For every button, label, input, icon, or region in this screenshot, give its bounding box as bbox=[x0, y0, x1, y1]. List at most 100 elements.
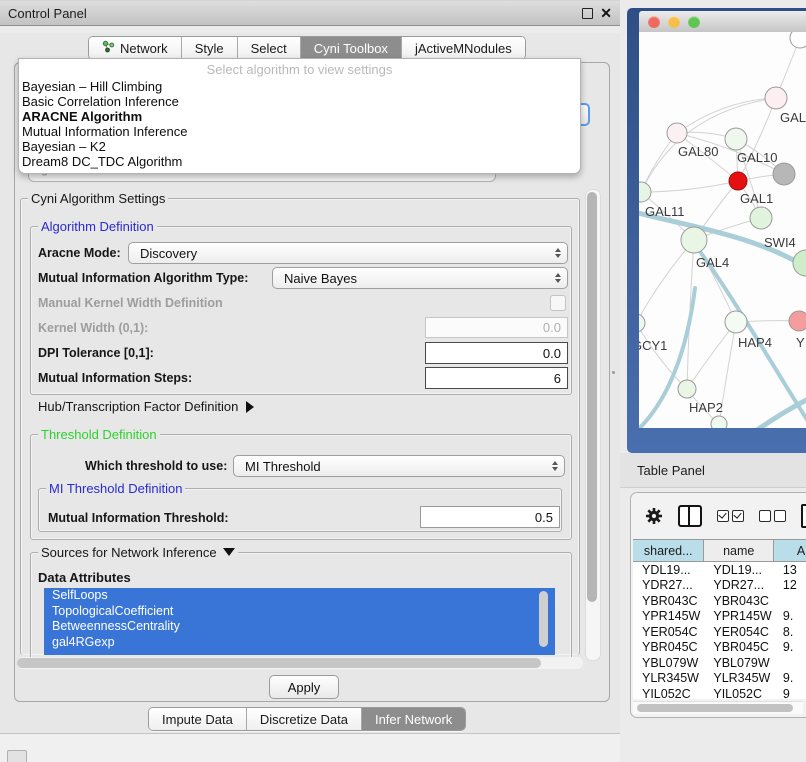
mi-threshold-field[interactable]: 0.5 bbox=[420, 506, 560, 528]
deselect-all-icon[interactable] bbox=[759, 510, 786, 522]
table-row[interactable]: YDL19...YDL19...13 bbox=[633, 562, 806, 578]
settings-vertical-scrollbar[interactable] bbox=[585, 189, 601, 661]
network-node[interactable] bbox=[765, 87, 787, 109]
table-cell: 12 bbox=[774, 578, 806, 592]
network-node[interactable] bbox=[725, 311, 747, 333]
network-node[interactable] bbox=[729, 172, 747, 190]
tab-label: Cyni Toolbox bbox=[314, 41, 388, 56]
dpi-tolerance-label: DPI Tolerance [0,1]: bbox=[38, 346, 154, 360]
tab-label: Network bbox=[120, 41, 168, 56]
network-edge-highlighted bbox=[757, 396, 806, 428]
table-row[interactable]: YPR145WYPR145W9. bbox=[633, 609, 806, 625]
mi-steps-field[interactable]: 6 bbox=[425, 367, 568, 389]
table-cell: YBR043C bbox=[633, 594, 704, 608]
attributes-list-scrollbar[interactable] bbox=[537, 590, 550, 652]
select-all-icon[interactable] bbox=[717, 510, 744, 522]
algorithm-option[interactable]: Dream8 DC_TDC Algorithm bbox=[19, 154, 580, 169]
column-header-shared[interactable]: shared... bbox=[633, 540, 704, 562]
table-row[interactable]: YDR27...YDR27...12 bbox=[633, 578, 806, 594]
column-header-name[interactable]: name bbox=[704, 540, 774, 562]
kernel-width-field[interactable]: 0.0 bbox=[425, 317, 568, 338]
network-canvas[interactable]: GALGAL80GAL10GAL1GAL11SWI4GAL4HAP4YGCY1H… bbox=[639, 32, 806, 428]
document-icon[interactable] bbox=[801, 504, 806, 528]
data-attributes-list[interactable]: SelfLoopsTopologicalCoefficientBetweenne… bbox=[44, 588, 555, 655]
algorithm-option[interactable]: ARACNE Algorithm bbox=[19, 109, 580, 124]
table-cell: YBL079W bbox=[704, 656, 774, 670]
tab-impute-data[interactable]: Impute Data bbox=[149, 708, 247, 730]
table-row[interactable]: YIL052CYIL052C9 bbox=[633, 686, 806, 702]
network-node[interactable] bbox=[678, 380, 696, 398]
bottom-tabbar: Impute DataDiscretize DataInfer Network bbox=[148, 707, 466, 731]
algorithm-option[interactable]: Mutual Information Inference bbox=[19, 124, 580, 139]
algorithm-option[interactable]: Bayesian – K2 bbox=[19, 139, 580, 154]
tab-discretize-data[interactable]: Discretize Data bbox=[247, 708, 362, 730]
table-row[interactable]: YBR045CYBR045C9. bbox=[633, 640, 806, 656]
column-header-a[interactable]: A bbox=[774, 540, 806, 562]
screen: Control Panel ✕ Network Style Select Cyni T… bbox=[0, 0, 806, 762]
table-header-row: shared...nameA bbox=[633, 539, 806, 562]
mac-zoom-icon[interactable] bbox=[688, 16, 700, 28]
float-icon[interactable] bbox=[582, 8, 593, 19]
network-node[interactable] bbox=[725, 128, 747, 150]
algorithm-dropdown-list: Bayesian – Hill ClimbingBasic Correlatio… bbox=[19, 79, 580, 169]
network-window-titlebar[interactable] bbox=[639, 11, 806, 33]
network-node[interactable] bbox=[790, 32, 806, 48]
tab-label: Style bbox=[195, 41, 224, 56]
mac-minimize-icon[interactable] bbox=[668, 16, 680, 28]
algorithm-option[interactable]: Basic Correlation Inference bbox=[19, 94, 580, 109]
network-node[interactable] bbox=[789, 311, 806, 331]
split-view-icon[interactable] bbox=[678, 505, 702, 527]
tab-select[interactable]: Select bbox=[238, 37, 301, 59]
attribute-item[interactable]: TopologicalCoefficient bbox=[44, 604, 555, 620]
network-node[interactable] bbox=[793, 250, 806, 276]
aracne-mode-label: Aracne Mode: bbox=[38, 246, 121, 260]
attribute-item[interactable]: BetweennessCentrality bbox=[44, 619, 555, 635]
node-table: shared...nameA YDL19...YDL19...13YDR27..… bbox=[633, 539, 806, 699]
aracne-mode-combo[interactable]: Discovery bbox=[128, 242, 568, 264]
table-cell: YBR043C bbox=[704, 594, 774, 608]
mi-type-value: Naive Bayes bbox=[273, 271, 551, 286]
corner-grip[interactable] bbox=[7, 750, 27, 762]
tab-style[interactable]: Style bbox=[182, 37, 238, 59]
mi-type-combo[interactable]: Naive Bayes bbox=[272, 267, 568, 289]
table-cell: YPR145W bbox=[704, 609, 774, 623]
unchecked-box-icon bbox=[759, 510, 771, 522]
network-node[interactable] bbox=[750, 207, 772, 229]
table-row[interactable]: YER054CYER054C8. bbox=[633, 624, 806, 640]
tab-cyni-toolbox[interactable]: Cyni Toolbox bbox=[301, 37, 402, 59]
tab-network[interactable]: Network bbox=[89, 37, 182, 59]
settings-horizontal-scrollbar[interactable] bbox=[17, 657, 583, 669]
network-node[interactable] bbox=[639, 314, 645, 332]
network-node[interactable] bbox=[681, 227, 707, 253]
network-node[interactable] bbox=[711, 416, 727, 428]
gear-icon[interactable] bbox=[645, 507, 663, 525]
network-node[interactable] bbox=[667, 123, 687, 143]
which-threshold-combo[interactable]: MI Threshold bbox=[233, 455, 565, 477]
table-cell: YLR345W bbox=[704, 671, 774, 685]
attribute-item[interactable]: gal4RGexp bbox=[44, 635, 555, 651]
table-cell: YIL052C bbox=[704, 687, 774, 701]
splitter-handle[interactable] bbox=[612, 371, 615, 374]
apply-button[interactable]: Apply bbox=[269, 675, 339, 699]
algorithm-option[interactable]: Bayesian – Hill Climbing bbox=[19, 79, 580, 94]
network-node[interactable] bbox=[773, 163, 795, 185]
mac-close-icon[interactable] bbox=[648, 16, 660, 28]
network-node-label: GAL10 bbox=[737, 150, 777, 165]
table-row[interactable]: YBR043CYBR043C bbox=[633, 593, 806, 609]
attribute-item[interactable]: SelfLoops bbox=[44, 588, 555, 604]
table-horizontal-scrollbar[interactable] bbox=[633, 701, 803, 714]
control-panel-titlebar: Control Panel ✕ bbox=[0, 0, 620, 26]
close-icon[interactable]: ✕ bbox=[600, 8, 612, 18]
table-row[interactable]: YLR345WYLR345W9. bbox=[633, 671, 806, 687]
manual-kernel-checkbox[interactable] bbox=[550, 295, 566, 311]
tab-jactivemnodules[interactable]: jActiveMNodules bbox=[402, 37, 525, 59]
tab-infer-network[interactable]: Infer Network bbox=[362, 708, 465, 730]
sources-group-title[interactable]: Sources for Network Inference bbox=[38, 545, 238, 560]
hub-definition-toggle[interactable]: Hub/Transcription Factor Definition bbox=[38, 399, 254, 414]
algorithm-definition-title: Algorithm Definition bbox=[38, 219, 157, 234]
data-attributes-label: Data Attributes bbox=[38, 570, 131, 585]
table-row[interactable]: YBL079WYBL079W bbox=[633, 655, 806, 671]
dpi-tolerance-field[interactable]: 0.0 bbox=[425, 342, 568, 364]
table-cell: YDR27... bbox=[633, 578, 704, 592]
expand-right-icon bbox=[246, 401, 254, 413]
